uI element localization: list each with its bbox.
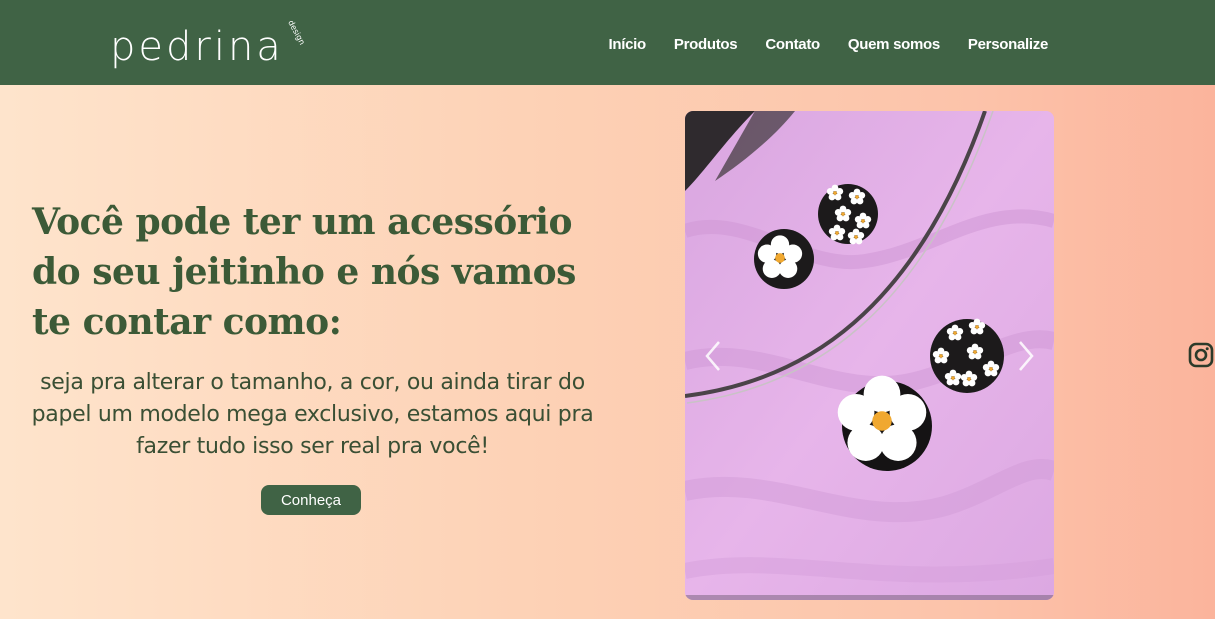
nav-personalize[interactable]: Personalize bbox=[968, 36, 1048, 53]
instagram-icon bbox=[1188, 342, 1214, 368]
instagram-link[interactable] bbox=[1188, 342, 1214, 368]
nav-quem-somos[interactable]: Quem somos bbox=[848, 36, 940, 53]
chevron-left-icon bbox=[705, 341, 720, 371]
nav-inicio[interactable]: Início bbox=[609, 36, 647, 53]
nav-contato[interactable]: Contato bbox=[765, 36, 820, 53]
hero-section: Você pode ter um acessório do seu jeitin… bbox=[0, 85, 1215, 619]
pedrina-logo[interactable]: pedrina design bbox=[110, 14, 320, 70]
top-navbar: pedrina design Início Produtos Contato Q… bbox=[0, 0, 1215, 85]
hero-headline: Você pode ter um acessório do seu jeitin… bbox=[32, 201, 576, 343]
logo-tag: design bbox=[286, 19, 306, 47]
chevron-right-icon bbox=[1019, 341, 1034, 371]
carousel-prev-button[interactable] bbox=[701, 338, 725, 374]
product-carousel[interactable] bbox=[685, 111, 1054, 600]
logo-wordmark: pedrina design bbox=[110, 19, 307, 70]
carousel-next-button[interactable] bbox=[1014, 338, 1038, 374]
main-nav: Início Produtos Contato Quem somos Perso… bbox=[609, 36, 1049, 53]
nav-produtos[interactable]: Produtos bbox=[674, 36, 738, 53]
logo-text: pedrina bbox=[110, 24, 284, 70]
hero-subtext: seja pra alterar o tamanho, a cor, ou ai… bbox=[31, 370, 594, 459]
carousel-image-earrings bbox=[685, 111, 1054, 600]
conheca-button[interactable]: Conheça bbox=[261, 485, 361, 515]
